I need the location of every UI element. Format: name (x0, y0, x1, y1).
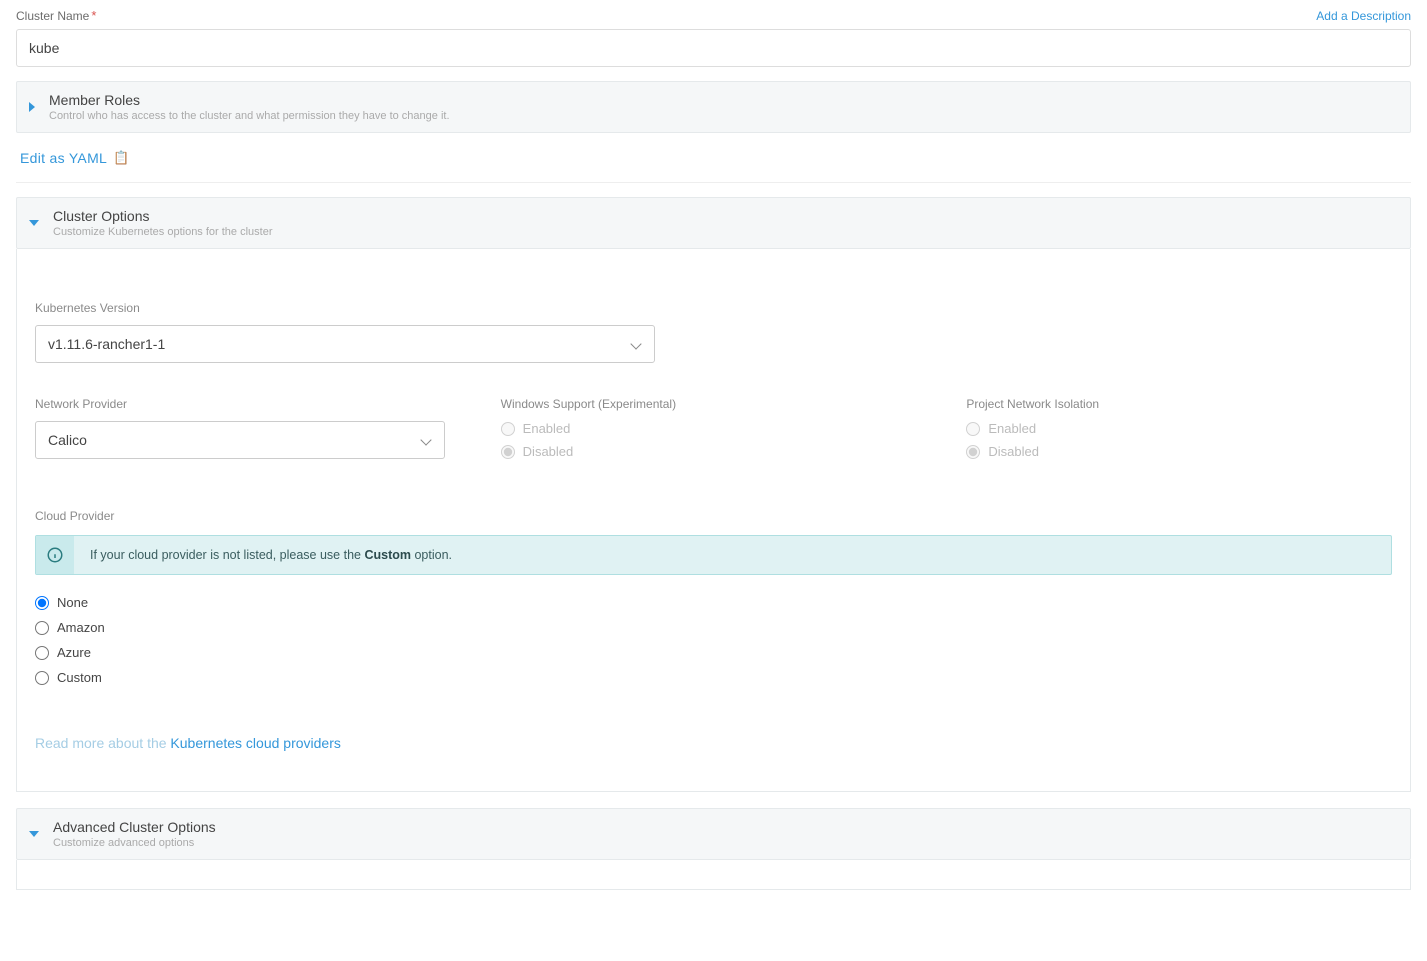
read-more-text: Read more about the Kubernetes cloud pro… (35, 735, 1392, 751)
windows-support-label: Windows Support (Experimental) (501, 397, 927, 411)
cluster-options-body: Kubernetes Version v1.11.6-rancher1-1 Ne… (16, 249, 1411, 792)
cluster-name-label: Cluster Name* (16, 8, 96, 23)
caret-right-icon (29, 102, 35, 112)
info-icon (36, 536, 74, 574)
network-provider-select[interactable]: Calico (35, 421, 445, 459)
caret-down-icon (29, 831, 39, 837)
chevron-down-icon (630, 338, 642, 350)
cloud-azure-radio[interactable]: Azure (35, 645, 1392, 660)
advanced-cluster-options-panel[interactable]: Advanced Cluster Options Customize advan… (16, 808, 1411, 860)
member-roles-panel[interactable]: Member Roles Control who has access to t… (16, 81, 1411, 133)
edit-as-yaml-link[interactable]: Edit as YAML (20, 149, 130, 166)
add-description-link[interactable]: Add a Description (1316, 9, 1411, 23)
member-roles-title: Member Roles (49, 92, 450, 108)
cloud-provider-info-banner: If your cloud provider is not listed, pl… (35, 535, 1392, 575)
advanced-subtitle: Customize advanced options (53, 837, 216, 849)
k8s-cloud-providers-link[interactable]: Kubernetes cloud providers (170, 735, 340, 751)
cluster-options-title: Cluster Options (53, 208, 273, 224)
advanced-body (16, 860, 1411, 890)
cloud-provider-label: Cloud Provider (35, 509, 1392, 523)
cluster-options-subtitle: Customize Kubernetes options for the clu… (53, 226, 273, 238)
windows-disabled-radio[interactable]: Disabled (501, 444, 927, 459)
cloud-amazon-radio[interactable]: Amazon (35, 620, 1392, 635)
pni-label: Project Network Isolation (966, 397, 1392, 411)
k8s-version-label: Kubernetes Version (35, 301, 1392, 315)
cluster-name-input[interactable] (16, 29, 1411, 67)
k8s-version-select[interactable]: v1.11.6-rancher1-1 (35, 325, 655, 363)
cloud-custom-radio[interactable]: Custom (35, 670, 1392, 685)
caret-down-icon (29, 220, 39, 226)
cloud-none-radio[interactable]: None (35, 595, 1392, 610)
advanced-title: Advanced Cluster Options (53, 819, 216, 835)
network-provider-label: Network Provider (35, 397, 461, 411)
pni-disabled-radio[interactable]: Disabled (966, 444, 1392, 459)
windows-enabled-radio[interactable]: Enabled (501, 421, 927, 436)
clipboard-icon (113, 149, 130, 166)
cluster-options-panel[interactable]: Cluster Options Customize Kubernetes opt… (16, 197, 1411, 249)
chevron-down-icon (420, 434, 432, 446)
pni-enabled-radio[interactable]: Enabled (966, 421, 1392, 436)
member-roles-subtitle: Control who has access to the cluster an… (49, 110, 450, 122)
